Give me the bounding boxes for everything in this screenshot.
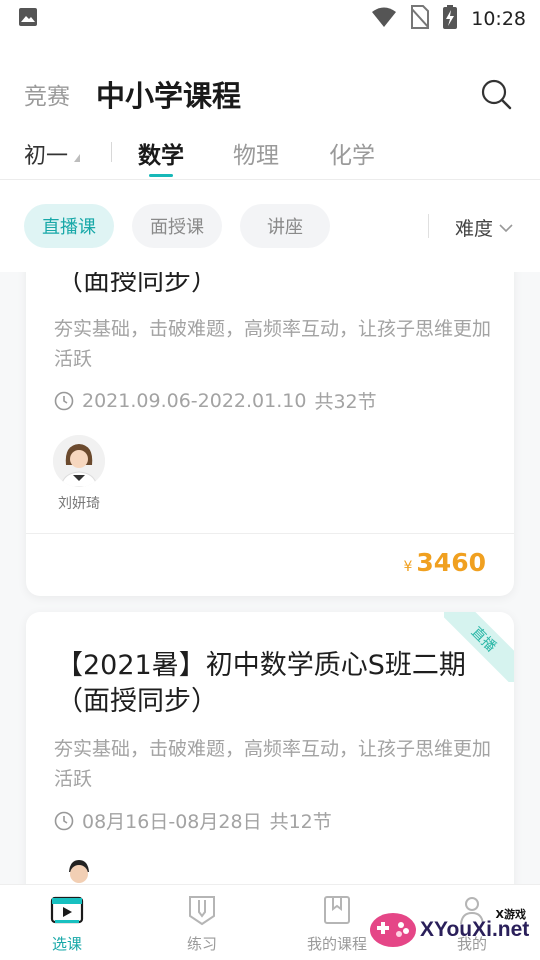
watermark-main-text: XYouXi.net	[420, 918, 530, 941]
filter-lecture[interactable]: 讲座	[240, 204, 330, 248]
difficulty-label: 难度	[455, 218, 494, 240]
course-schedule: 2021.09.06-2022.01.10 共32节	[54, 387, 377, 414]
gallery-notification-icon	[18, 7, 38, 31]
avatar	[53, 435, 105, 487]
nav-practice[interactable]: 练习	[157, 893, 247, 954]
nav-label: 选课	[51, 935, 82, 953]
teacher-name: 刘妍琦	[58, 496, 100, 512]
course-description: 夯实基础，击破难题，高频率互动，让孩子思维更加活跃	[54, 318, 492, 370]
grade-label: 初一	[24, 144, 69, 169]
site-watermark: X游戏 XYouXi.net	[368, 896, 538, 956]
clock-icon	[54, 391, 74, 410]
divider	[428, 214, 429, 238]
bookmark-book-icon	[320, 893, 354, 927]
page-title[interactable]: 中小学课程	[96, 73, 476, 115]
course-title: 【2021暑】初中数学质心S班二期（面授同步）	[56, 650, 466, 717]
divider	[111, 142, 112, 162]
play-board-icon	[50, 893, 84, 927]
date-range: 2021.09.06-2022.01.10	[82, 389, 307, 412]
search-button[interactable]	[476, 74, 516, 114]
status-bar: 10:28	[0, 0, 540, 38]
nav-select-course[interactable]: 选课	[22, 893, 112, 954]
course-list[interactable]: （面授同步） 夯实基础，击破难题，高频率互动，让孩子思维更加活跃 2021.09…	[0, 272, 540, 884]
filter-row: 直播课 面授课 讲座 难度	[0, 200, 540, 254]
avatar	[53, 854, 105, 884]
course-price: ¥ 3460	[403, 548, 486, 577]
clock-icon	[54, 811, 74, 830]
chevron-down-icon	[499, 223, 513, 232]
course-card[interactable]: 直播 【2021暑】初中数学质心S班二期（面授同步） 夯实基础，击破难题，高频率…	[26, 612, 514, 884]
difficulty-dropdown[interactable]: 难度	[455, 214, 513, 241]
subject-bar: 初一 数学 物理 化学	[0, 128, 540, 180]
header: 竞赛 中小学课程	[0, 62, 540, 126]
active-tab-indicator	[149, 174, 173, 177]
course-description: 夯实基础，击破难题，高频率互动，让孩子思维更加活跃	[54, 738, 492, 790]
course-card[interactable]: （面授同步） 夯实基础，击破难题，高频率互动，让孩子思维更加活跃 2021.09…	[26, 272, 514, 596]
wifi-icon	[371, 6, 397, 32]
lesson-count: 共12节	[269, 811, 332, 833]
filter-live-class[interactable]: 直播课	[24, 204, 114, 248]
course-schedule: 08月16日-08月28日 共12节	[54, 807, 332, 834]
divider	[26, 533, 514, 534]
date-range: 08月16日-08月28日	[82, 811, 262, 833]
battery-charging-icon	[443, 5, 458, 33]
gamepad-logo-icon	[370, 913, 416, 947]
grade-selector[interactable]: 初一	[24, 138, 81, 170]
pencil-shield-icon	[185, 893, 219, 927]
tab-competition[interactable]: 竞赛	[24, 77, 70, 111]
nav-label: 练习	[186, 935, 217, 953]
tab-math[interactable]: 数学	[138, 136, 184, 170]
tab-physics[interactable]: 物理	[233, 136, 279, 170]
filter-in-person-class[interactable]: 面授课	[132, 204, 222, 248]
course-title: （面授同步）	[56, 272, 218, 297]
dropdown-triangle-icon	[74, 154, 81, 162]
no-sim-icon	[410, 5, 430, 33]
teacher[interactable]	[52, 854, 106, 884]
price-amount: 3460	[416, 548, 486, 577]
search-icon	[481, 79, 512, 110]
currency-symbol: ¥	[403, 559, 413, 575]
status-time: 10:28	[471, 8, 526, 30]
teacher[interactable]: 刘妍琦	[52, 435, 106, 513]
lesson-count: 共32节	[314, 391, 377, 413]
tab-chemistry[interactable]: 化学	[329, 136, 375, 170]
